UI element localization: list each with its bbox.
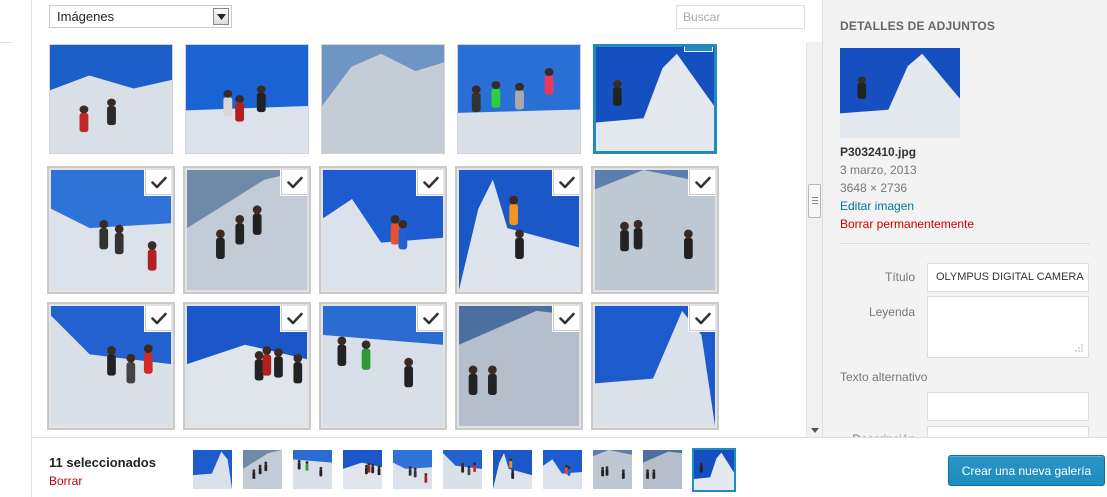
attachment-filename: P3032410.jpg [840,145,917,159]
attachment-thumbnail[interactable] [321,168,445,292]
create-gallery-button[interactable]: Crear una nueva galería [948,455,1105,486]
checkmark-icon[interactable] [689,306,715,331]
delete-permanently-link[interactable]: Borrar permanentemente [840,217,974,231]
admin-menu-edge [0,0,32,497]
attachment-thumbnail[interactable] [593,44,717,154]
edit-image-link[interactable]: Editar imagen [840,199,914,213]
clear-selection-link[interactable]: Borrar [49,474,82,488]
attachment-thumbnail[interactable] [457,168,581,292]
selected-attachment-mini[interactable] [642,449,683,490]
resize-grip-icon[interactable] [1074,343,1084,353]
checkmark-icon[interactable] [417,170,443,195]
attachment-thumbnail[interactable] [185,44,309,154]
attachment-dimensions: 3648 × 2736 [840,181,908,195]
selected-attachment-mini[interactable] [592,449,633,490]
selected-attachment-mini[interactable] [542,449,583,490]
checkmark-icon[interactable] [553,170,579,195]
selected-attachment-mini[interactable] [342,449,383,490]
attachment-thumbnail[interactable] [49,168,173,292]
selection-toolbar: 11 seleccionados Borrar Crear una nueva … [32,437,1107,497]
attachment-thumbnail[interactable] [185,304,309,428]
grid-scrollbar[interactable] [806,42,822,437]
attachment-thumbnail[interactable] [49,44,173,154]
attachment-details-panel: DETALLES DE ADJUNTOS P3032410.jpg 3 marz… [822,0,1107,446]
attachment-thumbnail[interactable] [593,304,717,428]
selected-attachment-mini[interactable] [242,449,283,490]
attachment-date: 3 marzo, 2013 [840,163,917,177]
filter-selected-value: Imágenes [57,9,115,24]
selected-attachment-mini[interactable] [492,449,533,490]
caption-label: Leyenda [868,305,915,319]
media-library-browser: Imágenes [32,0,822,437]
checkmark-icon[interactable] [417,306,443,331]
checkmark-icon[interactable] [145,306,171,331]
selection-count: 11 seleccionados [49,455,156,470]
checkmark-icon[interactable] [685,47,712,51]
panel-divider [840,243,1090,244]
checkmark-icon[interactable] [281,306,307,331]
caption-field[interactable] [927,296,1089,358]
panel-title: DETALLES DE ADJUNTOS [840,19,996,33]
alt-text-label: Texto alternativo [840,370,928,384]
attachment-thumbnail[interactable] [185,168,309,292]
checkmark-icon[interactable] [145,170,171,195]
attachment-thumbnail[interactable] [593,168,717,292]
attachment-thumbnail[interactable] [321,304,445,428]
attachment-thumbnail[interactable] [49,304,173,428]
selected-attachment-mini[interactable] [692,448,736,492]
selected-attachment-mini[interactable] [292,449,333,490]
checkmark-icon[interactable] [281,170,307,195]
attachment-thumbnail[interactable] [457,304,581,428]
search-input[interactable] [676,5,805,29]
checkmark-icon[interactable] [689,170,715,195]
attachment-preview [840,48,960,138]
title-label: Título [884,270,915,284]
chevron-down-icon[interactable] [213,8,229,25]
media-type-filter[interactable]: Imágenes [49,5,232,28]
attachments-grid [32,0,802,437]
menu-divider [0,42,12,43]
alt-text-field[interactable] [927,392,1089,421]
scrollbar-handle[interactable] [808,184,821,218]
checkmark-icon[interactable] [553,306,579,331]
title-field[interactable]: OLYMPUS DIGITAL CAMERA [927,263,1089,292]
scroll-down-arrow-icon[interactable] [811,428,819,433]
selected-attachment-mini[interactable] [442,449,483,490]
selected-attachment-mini[interactable] [192,449,233,490]
selected-attachment-mini[interactable] [392,449,433,490]
attachment-thumbnail[interactable] [321,44,445,154]
attachment-thumbnail[interactable] [457,44,581,154]
